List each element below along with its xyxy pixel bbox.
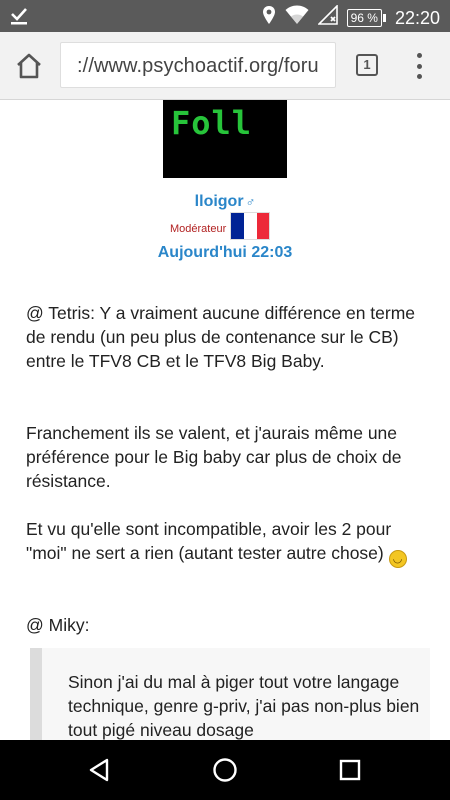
- location-icon: [262, 5, 276, 31]
- status-bar: 96 % 22:20: [0, 0, 450, 32]
- quote-text: Sinon j'ai du mal à piger tout votre lan…: [68, 672, 420, 740]
- battery-level: 96 %: [346, 9, 382, 27]
- post-paragraph-emoji: Et vu qu'elle sont incompatible, avoir l…: [26, 517, 426, 568]
- overflow-menu-icon[interactable]: [412, 53, 426, 79]
- tab-switcher-button[interactable]: 1: [356, 54, 378, 76]
- page-content: Foll lloigor ♂ Modérateur Aujourd'hui 22:…: [0, 100, 450, 740]
- post-paragraph: @ Tetris: Y a vraiment aucune différence…: [26, 303, 416, 371]
- post-date[interactable]: Aujourd'hui 22:03: [0, 244, 450, 262]
- male-icon: ♂: [245, 194, 256, 209]
- post-paragraph: @ Miky:: [26, 615, 90, 635]
- browser-toolbar: ://www.psychoactif.org/foru 1: [0, 32, 450, 100]
- home-nav-button[interactable]: [185, 740, 265, 800]
- recents-icon: [339, 759, 361, 781]
- post-author: lloigor ♂: [0, 193, 450, 211]
- back-button[interactable]: [59, 740, 139, 800]
- no-sim-icon: [316, 4, 338, 31]
- avatar: Foll: [163, 100, 287, 178]
- url-bar[interactable]: ://www.psychoactif.org/foru: [60, 42, 336, 88]
- quote-block: Sinon j'ai du mal à piger tout votre lan…: [30, 648, 430, 740]
- role-badge: Modérateur: [170, 223, 227, 235]
- wifi-icon: [285, 5, 309, 31]
- smiley-icon: ◡: [388, 550, 407, 568]
- home-icon: [17, 53, 41, 79]
- recents-button[interactable]: [310, 740, 390, 800]
- download-done-icon: [10, 6, 28, 31]
- france-flag-icon: [230, 212, 271, 240]
- home-button[interactable]: [12, 50, 46, 82]
- clock: 22:20: [394, 7, 440, 28]
- battery-icon: 96 %: [346, 9, 386, 27]
- username-link[interactable]: lloigor: [195, 193, 244, 210]
- post-paragraph: Franchement ils se valent, et j'aurais m…: [26, 423, 402, 491]
- home-icon: [213, 758, 237, 782]
- url-text: ://www.psychoactif.org/foru: [77, 55, 319, 77]
- author-role-row: Modérateur: [170, 212, 271, 240]
- avatar-text: Foll: [171, 104, 253, 142]
- post-paragraph-text: Et vu qu'elle sont incompatible, avoir l…: [26, 519, 392, 563]
- back-icon: [89, 758, 109, 782]
- navigation-bar: [0, 740, 450, 800]
